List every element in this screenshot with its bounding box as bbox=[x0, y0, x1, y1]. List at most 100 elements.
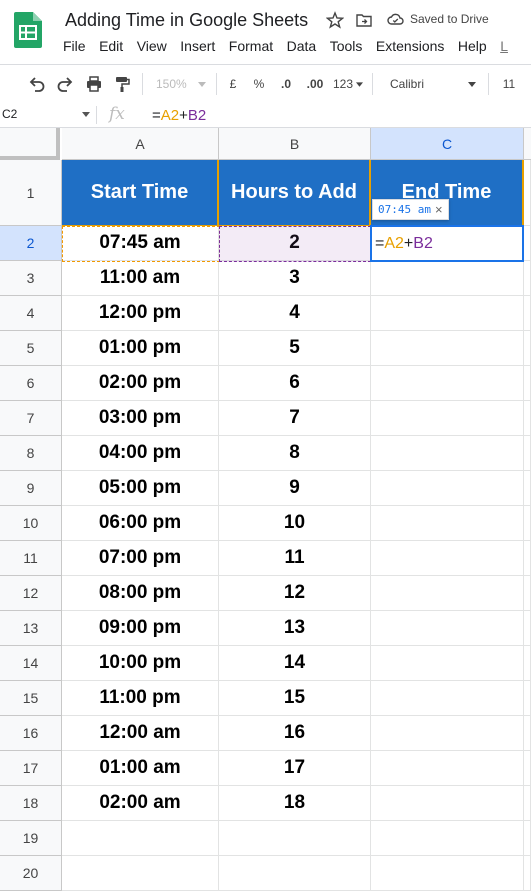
cell-d12[interactable] bbox=[524, 576, 531, 611]
move-folder-icon[interactable] bbox=[355, 11, 373, 29]
document-title[interactable]: Adding Time in Google Sheets bbox=[65, 10, 308, 31]
cell-b2[interactable]: 2 bbox=[219, 226, 371, 261]
cell-d15[interactable] bbox=[524, 681, 531, 716]
menu-data[interactable]: Data bbox=[287, 38, 317, 54]
cell-c18[interactable] bbox=[371, 786, 524, 821]
cell-a5[interactable]: 01:00 pm bbox=[62, 331, 219, 366]
cell-b12[interactable]: 12 bbox=[219, 576, 371, 611]
menu-extensions[interactable]: Extensions bbox=[376, 38, 444, 54]
cell-d2[interactable] bbox=[524, 226, 531, 261]
font-select[interactable]: Calibri bbox=[390, 74, 476, 94]
cell-d3[interactable] bbox=[524, 261, 531, 296]
cell-b13[interactable]: 13 bbox=[219, 611, 371, 646]
select-all-corner[interactable] bbox=[0, 128, 60, 160]
cell-c11[interactable] bbox=[371, 541, 524, 576]
cell-d5[interactable] bbox=[524, 331, 531, 366]
row-header-10[interactable]: 10 bbox=[0, 506, 62, 541]
decrease-decimal-button[interactable]: .0 bbox=[278, 74, 294, 94]
cell-b11[interactable]: 11 bbox=[219, 541, 371, 576]
cell-c13[interactable] bbox=[371, 611, 524, 646]
formula-input[interactable]: =A2+B2 bbox=[152, 107, 206, 124]
cell-c3[interactable] bbox=[371, 261, 524, 296]
cell-b15[interactable]: 15 bbox=[219, 681, 371, 716]
header-cell-hours-to-add[interactable]: Hours to Add bbox=[219, 160, 371, 226]
row-header-12[interactable]: 12 bbox=[0, 576, 62, 611]
row-header-1[interactable]: 1 bbox=[0, 160, 62, 226]
font-size-select[interactable]: 11 bbox=[500, 74, 518, 94]
cell-a7[interactable]: 03:00 pm bbox=[62, 401, 219, 436]
row-header-19[interactable]: 19 bbox=[0, 821, 62, 856]
cell-a4[interactable]: 12:00 pm bbox=[62, 296, 219, 331]
cell-d13[interactable] bbox=[524, 611, 531, 646]
active-cell-c2-editor[interactable]: = A2 + B2 bbox=[370, 225, 524, 262]
cell-d16[interactable] bbox=[524, 716, 531, 751]
star-icon[interactable] bbox=[326, 11, 344, 29]
row-header-3[interactable]: 3 bbox=[0, 261, 62, 296]
cell-a18[interactable]: 02:00 am bbox=[62, 786, 219, 821]
row-header-15[interactable]: 15 bbox=[0, 681, 62, 716]
cell-d11[interactable] bbox=[524, 541, 531, 576]
cell-a16[interactable]: 12:00 am bbox=[62, 716, 219, 751]
menu-file[interactable]: File bbox=[63, 38, 86, 54]
cell-a2[interactable]: 07:45 am bbox=[62, 226, 219, 261]
menu-format[interactable]: Format bbox=[229, 38, 273, 54]
cell-a11[interactable]: 07:00 pm bbox=[62, 541, 219, 576]
column-header-a[interactable]: A bbox=[62, 128, 219, 160]
cell-c12[interactable] bbox=[371, 576, 524, 611]
cell-c4[interactable] bbox=[371, 296, 524, 331]
header-cell-start-time[interactable]: Start Time bbox=[62, 160, 219, 226]
redo-icon[interactable] bbox=[55, 74, 75, 94]
row-header-13[interactable]: 13 bbox=[0, 611, 62, 646]
undo-icon[interactable] bbox=[27, 74, 47, 94]
cell-a8[interactable]: 04:00 pm bbox=[62, 436, 219, 471]
cell-c5[interactable] bbox=[371, 331, 524, 366]
cell-d10[interactable] bbox=[524, 506, 531, 541]
menu-edit[interactable]: Edit bbox=[99, 38, 123, 54]
cell-a6[interactable]: 02:00 pm bbox=[62, 366, 219, 401]
row-header-17[interactable]: 17 bbox=[0, 751, 62, 786]
cell-c10[interactable] bbox=[371, 506, 524, 541]
cell-a17[interactable]: 01:00 am bbox=[62, 751, 219, 786]
cell-c19[interactable] bbox=[371, 821, 524, 856]
cell-d20[interactable] bbox=[524, 856, 531, 891]
row-header-6[interactable]: 6 bbox=[0, 366, 62, 401]
cell-b17[interactable]: 17 bbox=[219, 751, 371, 786]
row-header-2[interactable]: 2 bbox=[0, 226, 62, 261]
cell-c7[interactable] bbox=[371, 401, 524, 436]
row-header-16[interactable]: 16 bbox=[0, 716, 62, 751]
cell-b14[interactable]: 14 bbox=[219, 646, 371, 681]
cell-b20[interactable] bbox=[219, 856, 371, 891]
paint-format-icon[interactable] bbox=[112, 74, 132, 94]
increase-decimal-button[interactable]: .00 bbox=[305, 74, 325, 94]
cell-b10[interactable]: 10 bbox=[219, 506, 371, 541]
row-header-8[interactable]: 8 bbox=[0, 436, 62, 471]
cell-b7[interactable]: 7 bbox=[219, 401, 371, 436]
row-header-14[interactable]: 14 bbox=[0, 646, 62, 681]
cell-c8[interactable] bbox=[371, 436, 524, 471]
cell-b6[interactable]: 6 bbox=[219, 366, 371, 401]
cell-c20[interactable] bbox=[371, 856, 524, 891]
row-header-11[interactable]: 11 bbox=[0, 541, 62, 576]
cell-d7[interactable] bbox=[524, 401, 531, 436]
cell-a13[interactable]: 09:00 pm bbox=[62, 611, 219, 646]
cell-a19[interactable] bbox=[62, 821, 219, 856]
cell-a10[interactable]: 06:00 pm bbox=[62, 506, 219, 541]
cell-d8[interactable] bbox=[524, 436, 531, 471]
cell-a9[interactable]: 05:00 pm bbox=[62, 471, 219, 506]
cell-c6[interactable] bbox=[371, 366, 524, 401]
cell-d19[interactable] bbox=[524, 821, 531, 856]
cell-b18[interactable]: 18 bbox=[219, 786, 371, 821]
cell-b19[interactable] bbox=[219, 821, 371, 856]
cell-a15[interactable]: 11:00 pm bbox=[62, 681, 219, 716]
cell-a14[interactable]: 10:00 pm bbox=[62, 646, 219, 681]
cell-d9[interactable] bbox=[524, 471, 531, 506]
cell-a20[interactable] bbox=[62, 856, 219, 891]
menu-insert[interactable]: Insert bbox=[180, 38, 215, 54]
cell-b8[interactable]: 8 bbox=[219, 436, 371, 471]
cell-c14[interactable] bbox=[371, 646, 524, 681]
row-header-4[interactable]: 4 bbox=[0, 296, 62, 331]
menu-last-edit[interactable]: L bbox=[500, 38, 508, 54]
cell-d6[interactable] bbox=[524, 366, 531, 401]
menu-help[interactable]: Help bbox=[458, 38, 487, 54]
cell-d14[interactable] bbox=[524, 646, 531, 681]
